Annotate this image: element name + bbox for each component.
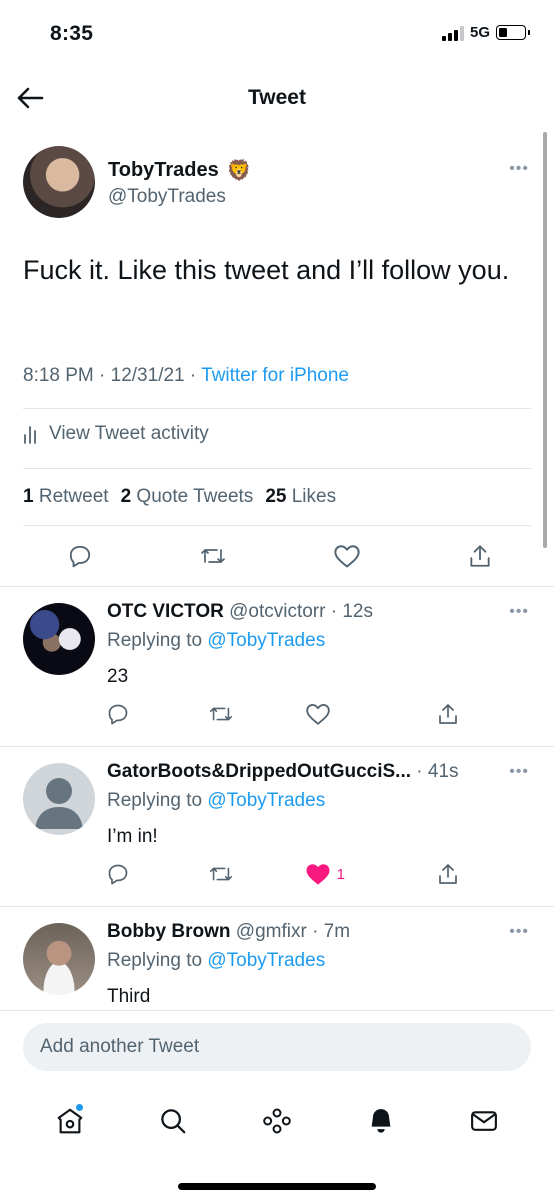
replying-to: Replying to @TobyTrades: [107, 630, 326, 651]
replying-to: Replying to @TobyTrades: [107, 790, 326, 811]
retweet-icon: [210, 707, 233, 721]
tab-notifications[interactable]: [359, 1099, 403, 1143]
reply-text: 23: [107, 666, 129, 687]
battery-level: [499, 28, 508, 37]
tab-search[interactable]: [151, 1099, 195, 1143]
reply-author-name[interactable]: OTC VICTOR: [107, 601, 224, 622]
reply-tweet[interactable]: GatorBoots&DrippedOutGucciS... · 41s •••…: [0, 746, 554, 906]
reply-header: Bobby Brown @gmfixr · 7m: [107, 921, 350, 943]
heart-icon: [333, 545, 360, 568]
activity-label: View Tweet activity: [49, 423, 209, 444]
home-indicator[interactable]: [178, 1183, 376, 1190]
avatar[interactable]: [23, 146, 95, 218]
avatar[interactable]: [23, 603, 95, 675]
mention-link[interactable]: @TobyTrades: [207, 630, 325, 651]
heart-filled-icon: [306, 864, 330, 885]
reply-header: GatorBoots&DrippedOutGucciS... · 41s: [107, 761, 459, 783]
reply-icon: [108, 704, 128, 725]
page-title: Tweet: [248, 86, 306, 109]
compose-reply-input[interactable]: [23, 1023, 531, 1071]
tweet-actions: [60, 538, 500, 574]
notification-dot: [75, 1104, 83, 1111]
share-button[interactable]: [428, 856, 468, 892]
mention-link[interactable]: @TobyTrades: [207, 950, 325, 971]
retweet-button[interactable]: [201, 696, 241, 732]
tab-bar: [0, 1099, 554, 1143]
tweet-text: Fuck it. Like this tweet and I’ll follow…: [23, 255, 510, 285]
status-time: 8:35: [50, 22, 94, 45]
reply-header: OTC VICTOR @otcvictorr · 12s: [107, 601, 373, 623]
author-name-row[interactable]: TobyTrades 🦁: [108, 158, 252, 183]
reply-text: Third: [107, 986, 151, 1007]
network-label: 5G: [469, 24, 490, 41]
more-options-icon[interactable]: •••: [509, 160, 529, 178]
status-bar: 8:35 5G: [0, 0, 554, 70]
reply-actions: 1: [98, 856, 468, 892]
like-button[interactable]: 1: [305, 862, 365, 886]
reply-text: I’m in!: [107, 826, 158, 847]
spaces-icon: [263, 1108, 291, 1134]
share-icon: [470, 545, 490, 567]
tab-home[interactable]: [48, 1099, 92, 1143]
reply-icon: [69, 545, 91, 568]
analytics-icon: [24, 426, 36, 444]
reply-author-name[interactable]: Bobby Brown: [107, 921, 231, 942]
retweet-icon: [201, 549, 226, 563]
avatar[interactable]: [23, 923, 95, 995]
quote-count[interactable]: 2 Quote Tweets: [121, 486, 254, 508]
share-button[interactable]: [460, 538, 500, 574]
like-count: 1: [336, 865, 345, 883]
header: Tweet: [0, 70, 554, 126]
share-button[interactable]: [428, 696, 468, 732]
divider: [23, 468, 531, 469]
reply-author-name[interactable]: GatorBoots&DrippedOutGucciS...: [107, 761, 411, 782]
more-options-icon[interactable]: •••: [509, 603, 529, 621]
reply-button[interactable]: [98, 696, 138, 732]
scrollbar[interactable]: [543, 132, 547, 548]
author-name: TobyTrades: [108, 159, 219, 181]
replying-to: Replying to @TobyTrades: [107, 950, 326, 971]
author-handle[interactable]: @TobyTrades: [108, 186, 226, 208]
view-activity-button[interactable]: View Tweet activity: [23, 423, 209, 445]
share-icon: [439, 864, 457, 884]
more-options-icon[interactable]: •••: [509, 763, 529, 781]
mail-icon: [471, 1111, 498, 1131]
avatar[interactable]: [23, 763, 95, 835]
divider: [23, 408, 531, 409]
reply-button[interactable]: [98, 856, 138, 892]
signal-icon: [441, 25, 464, 41]
like-button[interactable]: [327, 538, 367, 574]
search-icon: [161, 1109, 186, 1134]
tab-spaces[interactable]: [255, 1099, 299, 1143]
retweet-icon: [210, 867, 233, 881]
retweet-button[interactable]: [193, 538, 233, 574]
reply-tweet[interactable]: OTC VICTOR @otcvictorr · 12s ••• Replyin…: [0, 586, 554, 746]
more-options-icon[interactable]: •••: [509, 923, 529, 941]
reply-actions: [98, 696, 468, 732]
like-count[interactable]: 25 Likes: [265, 486, 336, 508]
bell-icon: [371, 1109, 390, 1133]
tweet-meta: 8:18 PM · 12/31/21 · Twitter for iPhone: [23, 365, 349, 387]
tab-messages[interactable]: [462, 1099, 506, 1143]
default-avatar-icon: [35, 778, 83, 829]
reply-handle-time: @otcvictorr · 12s: [223, 601, 373, 622]
status-indicators: 5G: [441, 24, 530, 41]
heart-icon: [305, 703, 330, 725]
mention-link[interactable]: @TobyTrades: [207, 790, 325, 811]
reply-button[interactable]: [60, 538, 100, 574]
tweet-timestamp: 8:18 PM · 12/31/21 ·: [23, 365, 202, 386]
retweet-button[interactable]: [201, 856, 241, 892]
reply-icon: [108, 864, 128, 885]
tweet-source-link[interactable]: Twitter for iPhone: [201, 365, 349, 386]
share-icon: [439, 704, 457, 724]
reply-handle-time: @gmfixr · 7m: [230, 921, 351, 942]
divider: [23, 525, 531, 526]
lion-emoji-icon: 🦁: [226, 160, 252, 182]
reply-handle-time: · 41s: [411, 761, 459, 782]
retweet-count[interactable]: 1 Retweet: [23, 486, 109, 508]
bottom-bar: [0, 1010, 554, 1200]
engagement-counts: 1 Retweet 2 Quote Tweets 25 Likes: [23, 486, 336, 508]
battery-icon: [496, 25, 530, 40]
like-button[interactable]: [305, 702, 365, 726]
